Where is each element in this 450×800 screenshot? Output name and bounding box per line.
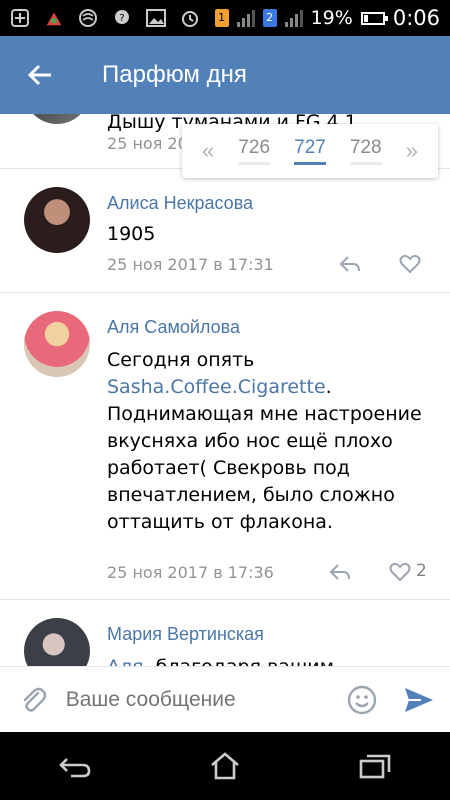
like-count: 2 — [416, 561, 427, 581]
avatar[interactable] — [24, 618, 90, 666]
bank-notification-icon — [78, 8, 98, 28]
comment-text-part: , благодаря вашим — [144, 656, 334, 666]
back-button[interactable] — [0, 64, 80, 86]
page-726-button[interactable]: 726 — [238, 137, 271, 165]
send-icon — [404, 687, 433, 712]
heart-icon[interactable] — [388, 561, 412, 583]
message-input[interactable] — [65, 687, 337, 712]
sim2-badge: 2 — [262, 9, 277, 27]
perfume-link[interactable]: Sasha.Coffee.Cigarette — [107, 376, 326, 398]
comment-text: 1905 — [107, 223, 156, 245]
comment-author[interactable]: Мария Вертинская — [107, 624, 264, 645]
smile-icon — [348, 685, 377, 714]
comment-text-part: Сегодня опять — [107, 349, 255, 371]
avatar[interactable] — [24, 311, 90, 377]
signal-sim2-icon — [284, 9, 303, 27]
recents-icon — [359, 754, 391, 779]
home-nav-button[interactable] — [200, 751, 250, 781]
status-bar: ? 1 2 19% 0:06 — [0, 0, 450, 36]
reply-icon[interactable] — [338, 253, 362, 275]
back-nav-icon — [59, 758, 91, 778]
image-notification-icon — [146, 8, 166, 28]
comment-author[interactable]: Аля Самойлова — [107, 317, 240, 338]
page-728-button[interactable]: 728 — [349, 137, 382, 165]
comment-item: Аля Самойлова Сегодня опять Sasha.Coffee… — [0, 293, 450, 600]
pagination: « 726 727 728 » — [182, 124, 438, 178]
recents-nav-button[interactable] — [350, 752, 400, 780]
battery-percent: 19% — [310, 7, 353, 29]
comment-item: Мария Вертинская Аля, благодаря вашим — [0, 600, 450, 666]
heart-icon[interactable] — [398, 253, 422, 275]
alarm-icon — [180, 8, 200, 28]
comment-item: Алиса Некрасова 1905 25 ноя 2017 в 17:31 — [0, 169, 450, 293]
system-nav-bar — [0, 732, 450, 800]
plus-notification-icon — [10, 8, 30, 28]
comment-timestamp: 25 ноя 2017 в 17:36 — [107, 563, 274, 582]
comment-author[interactable]: Алиса Некрасова — [107, 193, 253, 214]
comment-text: Сегодня опять Sasha.Coffee.Cigarette. По… — [107, 347, 427, 536]
help-notification-icon: ? — [112, 8, 132, 28]
attach-button[interactable] — [0, 685, 66, 715]
battery-icon — [360, 11, 388, 25]
avatar[interactable] — [24, 114, 90, 124]
arrow-left-icon — [27, 64, 51, 86]
message-composer — [0, 666, 450, 732]
send-button[interactable] — [388, 685, 450, 715]
emoji-button[interactable] — [337, 684, 388, 716]
paperclip-icon — [23, 687, 47, 712]
home-icon — [211, 752, 239, 780]
page-title: Парфюм дня — [102, 61, 247, 88]
app-bar: Парфюм дня — [0, 36, 450, 114]
next-page-button[interactable]: » — [406, 138, 418, 164]
app-notification-icon — [44, 8, 64, 28]
sim1-badge: 1 — [214, 9, 229, 27]
clock: 0:06 — [392, 6, 440, 30]
comment-timestamp: 25 ноя 2017 в 17:... — [107, 134, 187, 153]
mention-link[interactable]: Аля — [107, 656, 144, 666]
prev-page-button[interactable]: « — [202, 138, 214, 164]
signal-sim1-icon — [236, 9, 255, 27]
back-nav-button[interactable] — [50, 753, 100, 779]
svg-text:?: ? — [119, 13, 124, 24]
comment-text: Аля, благодаря вашим — [107, 654, 427, 666]
reply-icon[interactable] — [328, 561, 352, 583]
comment-text-part: . Поднимающая мне настроение вкусняха иб… — [107, 376, 422, 533]
page-727-current[interactable]: 727 — [294, 137, 326, 165]
comments-feed[interactable]: Дышу туманами и FG 4.1 25 ноя 2017 в 17:… — [0, 114, 450, 666]
comment-timestamp: 25 ноя 2017 в 17:31 — [107, 255, 274, 274]
avatar[interactable] — [24, 187, 90, 253]
